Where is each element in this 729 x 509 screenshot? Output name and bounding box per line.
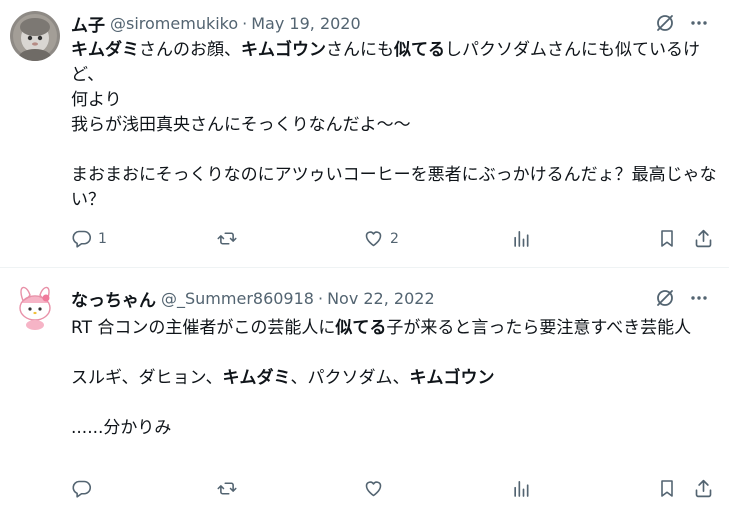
tweet-text: キムダミさんのお顔、キムゴウンさんにも似てるしパクソダムさんにも似ているけど、 …: [71, 38, 719, 213]
avatar[interactable]: [10, 281, 60, 331]
share-button[interactable]: [693, 478, 714, 499]
body-text: RT 合コンの主催者がこの芸能人に: [71, 318, 336, 338]
display-name[interactable]: ム子: [71, 11, 105, 36]
retweet-icon: [216, 478, 238, 499]
highlight-text: 似てる: [335, 318, 387, 338]
reply-button[interactable]: [71, 478, 98, 499]
reply-icon: [71, 228, 92, 249]
reply-count: 1: [98, 230, 107, 247]
action-bar: 1 2: [71, 228, 719, 254]
highlight-text: キムゴウン: [241, 40, 326, 60]
like-button[interactable]: 2: [363, 228, 399, 249]
body-text: 、パクソダム、: [290, 368, 410, 388]
user-handle[interactable]: @siromemukiko: [110, 14, 238, 33]
separator: ·: [242, 13, 248, 33]
views-button[interactable]: [511, 478, 531, 499]
tweet[interactable]: ム子 @siromemukiko · May 19, 2020 キムダミさんのお…: [0, 0, 729, 268]
views-button[interactable]: [511, 228, 531, 249]
reply-icon: [71, 478, 92, 499]
tweet-header: なっちゃん @_Summer860918 · Nov 22, 2022: [71, 286, 719, 311]
grok-slash-icon[interactable]: [655, 288, 675, 308]
retweet-icon: [216, 228, 238, 249]
more-dots-icon[interactable]: [689, 288, 709, 308]
views-chart-icon: [511, 228, 531, 249]
tweet-header: ム子 @siromemukiko · May 19, 2020: [71, 11, 719, 36]
bookmark-icon: [657, 478, 677, 499]
highlight-text: キムゴウン: [409, 368, 495, 388]
highlight-text: キムダミ: [222, 368, 291, 388]
avatar[interactable]: [10, 11, 60, 61]
body-text: しパクソダムさんにも似ているけど、 何より 我らが浅田真央さんにそっくりなんだよ…: [71, 40, 717, 210]
body-text: さんにも: [326, 40, 394, 60]
bookmark-button[interactable]: [657, 228, 677, 249]
like-count: 2: [390, 230, 399, 247]
share-icon: [693, 478, 714, 499]
retweet-button[interactable]: [216, 478, 244, 499]
highlight-text: キムダミ: [71, 40, 139, 60]
highlight-text: 似てる: [394, 40, 445, 60]
tweet-date[interactable]: Nov 22, 2022: [327, 289, 435, 308]
action-bar: [71, 478, 719, 504]
like-button[interactable]: [363, 478, 390, 499]
reply-button[interactable]: 1: [71, 228, 107, 249]
user-handle[interactable]: @_Summer860918: [161, 289, 314, 308]
body-text: さんのお顔、: [139, 40, 241, 60]
views-chart-icon: [511, 478, 531, 499]
body-text: ......分かりみ: [71, 418, 172, 438]
heart-icon: [363, 228, 384, 249]
tweet[interactable]: なっちゃん @_Summer860918 · Nov 22, 2022 RT 合…: [0, 268, 729, 509]
bookmark-icon: [657, 228, 677, 249]
retweet-button[interactable]: [216, 228, 244, 249]
heart-icon: [363, 478, 384, 499]
tweet-text: RT 合コンの主催者がこの芸能人に似てる子が来ると言ったら要注意すべき芸能人 ス…: [71, 316, 719, 441]
share-button[interactable]: [693, 228, 714, 249]
display-name[interactable]: なっちゃん: [71, 286, 156, 311]
tweet-date[interactable]: May 19, 2020: [251, 14, 360, 33]
more-dots-icon[interactable]: [689, 13, 709, 33]
share-icon: [693, 228, 714, 249]
grok-slash-icon[interactable]: [655, 13, 675, 33]
separator: ·: [317, 288, 324, 308]
bookmark-button[interactable]: [657, 478, 677, 499]
